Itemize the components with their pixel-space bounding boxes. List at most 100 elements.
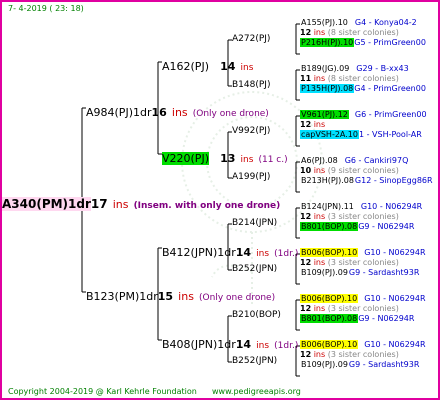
gen4-num: 10 [300,166,312,175]
gen4-queen-name[interactable]: P216H(PJ).10 [300,38,355,47]
gen4-queen-name[interactable]: B124(JPN).11 [300,202,355,211]
queen-name: V220(PJ) [162,152,209,165]
gen4-origin: G9 - Sardasht93R [348,360,420,369]
root-queen[interactable]: A340(PM)1dr17 ins (Insem. with only one … [2,195,280,211]
gen3-queen-5[interactable]: B252(JPN) [232,265,277,274]
gen4-queen-name[interactable]: B213H(PJ).08 [300,176,355,185]
queen-num: 13 [220,152,236,165]
gen4-num: 12 [300,304,312,313]
gen4-queen-name[interactable]: B189(JG).09 [300,64,350,73]
queen-note: (11 c.) [258,155,288,165]
queen-num: 15 [157,290,174,303]
queen-name: B408(JPN)1dr [162,338,236,351]
gen4-top-row: B006(BOP).10 G10 - N06294R [300,248,426,257]
queen-note: (Only one drone) [199,293,276,303]
gen4-queen-name[interactable]: capVSH-2A.10 [300,130,359,139]
gen3-queen-4[interactable]: B214(JPN) [232,219,277,228]
queen-ins: ins [240,63,254,73]
gen4-num: 11 [300,74,312,83]
gen4-queen-name[interactable]: A155(PJ).10 [300,18,349,27]
gen4-origin: G5 - PrimGreen00 [354,38,426,47]
gen4-mid-row: 12 ins (3 sister colonies) [300,213,399,221]
gen4-note: (3 sister colonies) [327,304,399,313]
gen2-queen-3[interactable]: B408(JPN)1dr14 ins (1dr.) [162,335,298,351]
gen4-origin: G4 - Konya04-2 [354,18,417,27]
gen4-mid-row: 11 ins (8 sister colonies) [300,75,399,83]
gen4-queen-name[interactable]: B109(PJ).09 [300,360,349,369]
gen3-queen-0[interactable]: A272(PJ) [232,35,270,44]
gen4-origin: G9 - N06294R [358,222,415,231]
queen-name: B123(PM)1dr [86,290,158,303]
gen4-note: (9 sister colonies) [327,166,399,175]
gen4-origin: G10 - N06294R [364,340,426,349]
queen-ins: ins [256,249,270,259]
gen4-queen-name[interactable]: P135H(PJ).08 [300,84,355,93]
gen4-note: (8 sister colonies) [327,74,399,83]
gen4-num: 12 [300,350,312,359]
gen4-bottom-row: capVSH-2A.101 - VSH-Pool-AR [300,130,422,139]
gen4-queen-name[interactable]: B109(PJ).09 [300,268,349,277]
gen3-queen-7[interactable]: B252(JPN) [232,357,277,366]
gen4-bottom-row: B109(PJ).09G9 - Sardasht93R [300,269,419,277]
gen4-origin: G12 - SinopEgg86R [354,176,433,185]
gen4-queen-name[interactable]: V961(PJ).12 [300,110,349,119]
queen-note: (1dr.) [274,341,299,351]
gen4-queen-name[interactable]: B006(BOP).10 [300,294,359,303]
gen2-queen-0[interactable]: A162(PJ) 14 ins [162,57,253,73]
gen4-top-row: A6(PJ).08 G6 - Cankiri97Q [300,157,408,165]
gen4-origin: G10 - N06294R [364,248,426,257]
gen4-ins: ins [313,304,326,313]
gen4-queen-name[interactable]: B006(BOP).10 [300,340,359,349]
gen4-num: 12 [300,28,312,37]
gen4-origin: G9 - Sardasht93R [348,268,420,277]
gen4-mid-row: 12 ins (3 sister colonies) [300,305,399,313]
queen-name: A162(PJ) [162,60,209,73]
gen4-bottom-row: B213H(PJ).08G12 - SinopEgg86R [300,177,433,185]
gen4-origin: G6 - Cankiri97Q [344,156,409,165]
gen4-queen-name[interactable]: B801(BOP).08 [300,314,359,323]
gen4-mid-row: 12 ins (3 sister colonies) [300,351,399,359]
root-name: A340(PM)1dr [2,197,91,211]
gen4-queen-name[interactable]: B006(BOP).10 [300,248,359,257]
queen-note: (Only one drone) [192,109,269,119]
gen4-origin: G6 - PrimGreen00 [354,110,427,119]
root-note: (Insem. with only one drone) [133,201,281,211]
pedigree-frame: 7- 4-2019 ( 23: 18) A340(PM)1dr17 ins (I… [0,0,440,400]
queen-num: 14 [235,246,252,259]
gen4-note: (8 sister colonies) [327,28,399,37]
gen4-top-row: A155(PJ).10 G4 - Konya04-2 [300,19,417,27]
root-num: 17 [90,197,108,211]
gen4-mid-row: 12 ins [300,121,325,129]
queen-ins: ins [171,106,188,119]
gen4-origin: G9 - N06294R [358,314,415,323]
gen3-queen-3[interactable]: A199(PJ) [232,173,270,182]
gen4-top-row: B124(JPN).11 G10 - N06294R [300,203,422,211]
footer-copyright: Copyright 2004-2019 @ Karl Kehrle Founda… [8,387,197,396]
gen4-num: 12 [300,212,312,221]
gen4-ins: ins [313,258,326,267]
gen4-queen-name[interactable]: B801(BOP).08 [300,222,359,231]
gen3-queen-6[interactable]: B210(BOP) [232,311,281,320]
queen-ins: ins [178,290,194,303]
gen4-ins: ins [313,120,326,129]
gen2-queen-1[interactable]: V220(PJ) 13 ins (11 c.) [162,149,288,165]
root-ins: ins [112,198,129,211]
gen3-queen-1[interactable]: B148(PJ) [232,81,270,90]
gen4-note: (3 sister colonies) [327,258,399,267]
gen4-origin: G10 - N06294R [364,294,426,303]
footer-site-link[interactable]: www.pedigreeapis.org [212,388,301,396]
gen4-ins: ins [313,212,326,221]
gen4-note: (3 sister colonies) [327,212,399,221]
gen4-bottom-row: P135H(PJ).08G4 - PrimGreen00 [300,84,426,93]
gen4-mid-row: 12 ins (3 sister colonies) [300,259,399,267]
gen4-top-row: B006(BOP).10 G10 - N06294R [300,294,426,303]
gen1-queen-0[interactable]: A984(PJ)1dr16 ins (Only one drone) [86,103,269,119]
gen1-queen-1[interactable]: B123(PM)1dr15 ins (Only one drone) [86,287,275,303]
gen4-bottom-row: B801(BOP).08G9 - N06294R [300,222,415,231]
gen2-queen-2[interactable]: B412(JPN)1dr14 ins (1dr.) [162,243,298,259]
gen4-queen-name[interactable]: A6(PJ).08 [300,156,339,165]
gen4-bottom-row: P216H(PJ).10G5 - PrimGreen00 [300,38,426,47]
queen-num: 14 [235,338,252,351]
gen3-queen-2[interactable]: V992(PJ) [232,127,270,136]
gen4-ins: ins [313,74,326,83]
